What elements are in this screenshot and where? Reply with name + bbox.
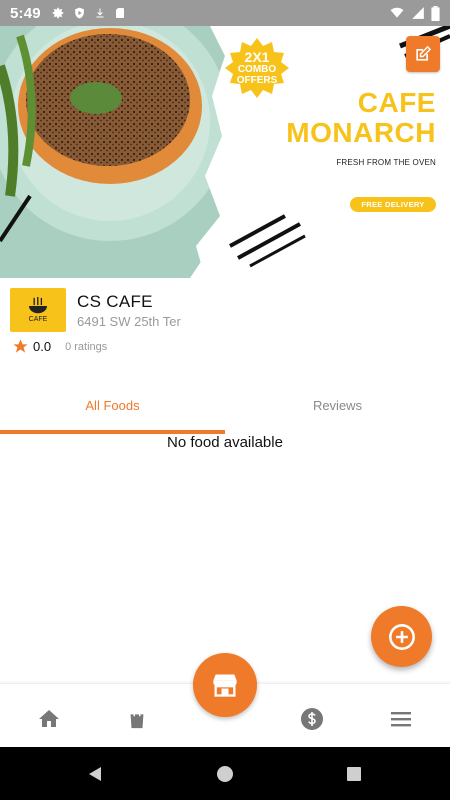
nav-orders[interactable] [122,704,152,734]
sd-card-icon [114,6,126,20]
signal-icon [411,6,425,20]
ratings-count: 0 ratings [65,340,108,353]
combo-line2: COMBO [237,64,277,75]
add-circle-icon [388,623,415,650]
combo-line3: OFFERS [236,75,278,86]
nav-recents-button[interactable] [344,764,364,784]
nav-home-button[interactable] [215,764,235,784]
nav-back-button[interactable] [85,764,105,784]
tab-all-foods[interactable]: All Foods [0,390,225,434]
restaurant-banner: 2X1 COMBO OFFERS CAFE MONARCH FRESH FROM… [0,26,450,278]
restaurant-logo: CAFE [10,288,66,332]
android-navigation-bar [0,747,450,800]
rating-value: 0.0 [33,339,52,354]
battery-icon [431,5,440,21]
banner-title: CAFE MONARCH [286,88,436,148]
nav-menu[interactable] [386,704,416,734]
combo-line1: 2X1 [244,49,270,65]
status-time: 5:49 [10,4,41,22]
banner-title-line1: CAFE [357,87,436,118]
shopping-bag-icon [130,709,144,729]
dollar-icon [301,708,323,730]
store-icon [213,674,237,697]
play-protect-icon [73,6,86,20]
home-icon [39,710,59,727]
recents-square-icon [347,767,361,781]
banner-title-line2: MONARCH [286,117,436,148]
star-icon [13,339,28,353]
restaurant-address: 6491 SW 25th Ter [77,314,181,329]
free-delivery-pill: FREE DELIVERY [350,197,436,212]
restaurant-name: CS CAFE [77,292,153,311]
cafe-bowl-icon [29,297,47,314]
logo-text: CAFE [28,316,48,323]
tab-reviews[interactable]: Reviews [225,390,450,434]
banner-tagline: FRESH FROM THE OVEN [336,158,436,167]
restaurant-info: CAFE CS CAFE 6491 SW 25th Ter 0.0 0 rati… [0,278,450,370]
status-bar: 5:49 [0,0,450,26]
nav-store-button[interactable] [193,653,257,717]
menu-icon [391,712,411,727]
edit-icon [416,45,432,61]
nav-home[interactable] [34,704,64,734]
add-food-button[interactable] [371,606,432,667]
empty-state-message: No food available [167,434,283,451]
back-icon [89,767,101,781]
download-icon [94,6,106,20]
home-circle-icon [217,766,233,782]
nav-earnings[interactable] [297,704,327,734]
combo-offer-badge: 2X1 COMBO OFFERS [225,36,289,100]
edit-button[interactable] [406,36,440,72]
rating-row: 0.0 0 ratings [12,338,107,355]
wifi-icon [389,6,405,20]
settings-icon [51,6,65,20]
tab-bar: All Foods Reviews [0,390,450,434]
